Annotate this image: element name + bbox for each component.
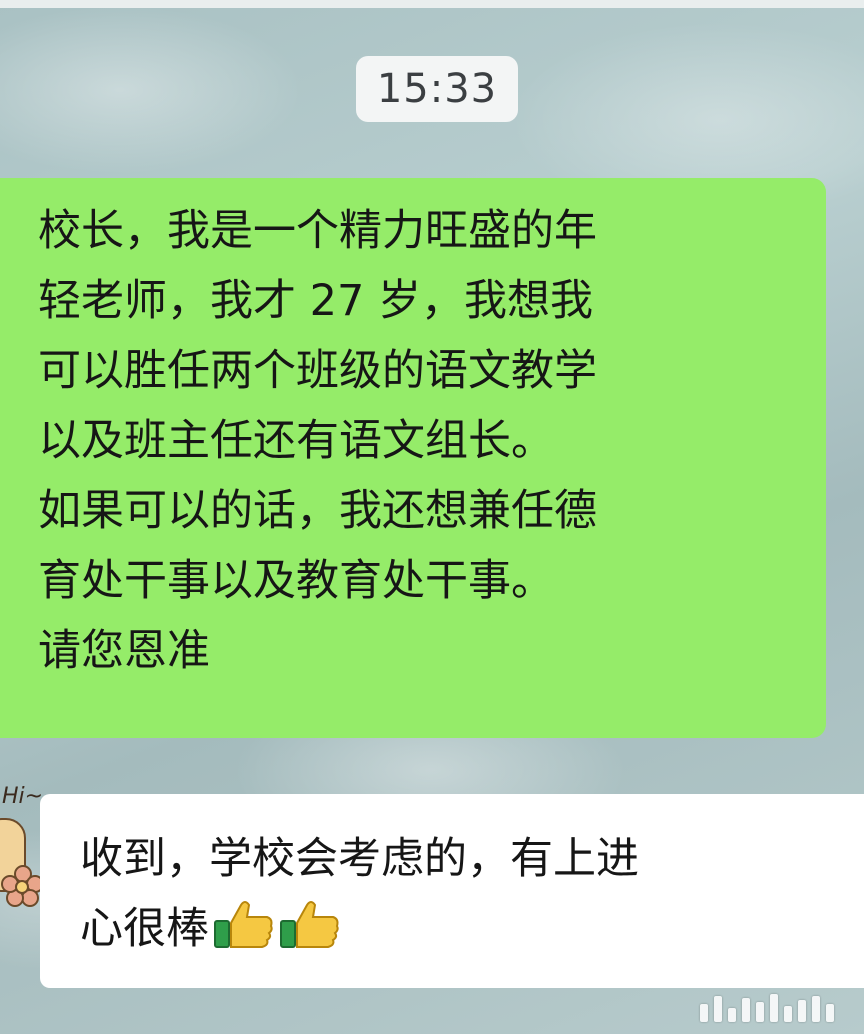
received-message-bubble[interactable]: 收到，学校会考虑的，有上进 心很棒 <box>40 794 864 988</box>
thumbs-up-icon <box>214 901 273 948</box>
received-message-line2: 心很棒 <box>80 904 209 954</box>
received-message-text: 收到，学校会考虑的，有上进 心很棒 <box>80 824 844 964</box>
watermark-logo <box>700 992 850 1022</box>
avatar-caption: Hi~ <box>2 784 44 809</box>
status-strip <box>0 0 864 8</box>
thumbs-up-icon <box>280 901 339 948</box>
sent-message-text: 校长，我是一个精力旺盛的年 轻老师，我才 27 岁，我想我 可以胜任两个班级的语… <box>38 206 597 676</box>
chat-background-bottom <box>0 988 864 1034</box>
message-timestamp: 15:33 <box>356 56 518 122</box>
received-message-line1: 收到，学校会考虑的，有上进 <box>80 834 639 884</box>
sent-message-bubble[interactable]: 校长，我是一个精力旺盛的年 轻老师，我才 27 岁，我想我 可以胜任两个班级的语… <box>0 178 826 738</box>
